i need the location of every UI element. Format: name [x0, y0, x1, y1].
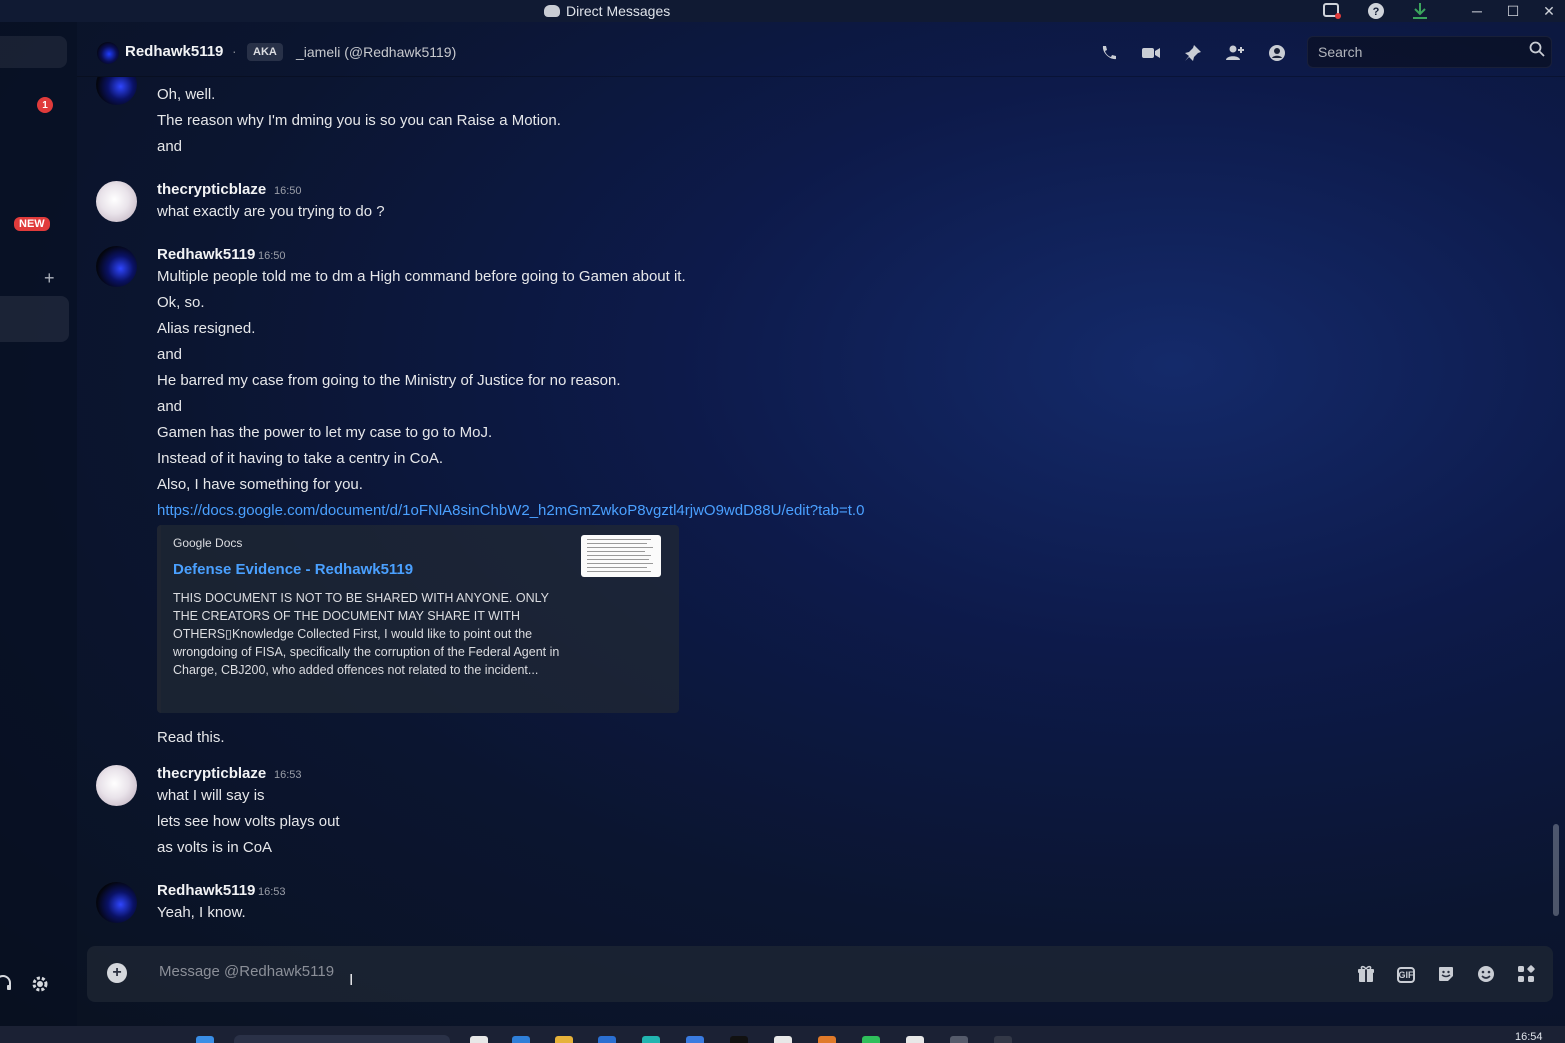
message-composer: + I GIF — [87, 946, 1553, 1002]
message-scrollbar[interactable] — [1553, 824, 1559, 916]
taskbar-clock[interactable]: 16:54 — [1515, 1031, 1543, 1043]
avatar[interactable] — [96, 77, 137, 105]
gift-icon[interactable] — [1354, 962, 1378, 986]
search-box[interactable] — [1307, 36, 1552, 68]
svg-text:?: ? — [1373, 6, 1380, 18]
avatar[interactable] — [96, 882, 137, 923]
message-author[interactable]: Redhawk5119 — [157, 246, 255, 263]
message-text: as volts is in CoA — [157, 839, 273, 856]
add-friends-icon[interactable] — [1223, 41, 1247, 65]
embed-title-link[interactable]: Defense Evidence - Redhawk5119 — [173, 561, 413, 578]
gif-icon[interactable]: GIF — [1397, 967, 1415, 983]
taskbar-search[interactable] — [234, 1035, 450, 1043]
server-sidebar: 1 NEW + — [0, 22, 77, 1026]
video-icon[interactable] — [1139, 41, 1163, 65]
taskbar-app-icon[interactable] — [512, 1036, 530, 1043]
message-text: The reason why I'm dming you is so you c… — [157, 112, 561, 129]
upload-plus-button[interactable]: + — [107, 963, 127, 983]
message-author[interactable]: thecrypticblaze — [157, 765, 266, 782]
message-text: and — [157, 398, 183, 415]
aka-badge: AKA — [247, 43, 283, 61]
message-text: Gamen has the power to let my case to go… — [157, 424, 493, 441]
message-timestamp: 16:53 — [274, 769, 302, 781]
phone-icon[interactable] — [1097, 41, 1121, 65]
message-text: Ok, so. — [157, 294, 205, 311]
message-author[interactable]: Redhawk5119 — [157, 882, 255, 899]
message-text: Oh, well. — [157, 86, 216, 103]
message-timestamp: 16:50 — [274, 185, 302, 197]
taskbar-app-icon[interactable] — [774, 1036, 792, 1043]
sidebar-item-top[interactable] — [0, 36, 67, 68]
taskbar-app-icon[interactable] — [642, 1036, 660, 1043]
download-icon[interactable] — [1408, 0, 1432, 22]
pin-icon[interactable] — [1181, 41, 1205, 65]
taskbar-app-icon[interactable] — [470, 1036, 488, 1043]
taskbar-app-icon[interactable] — [818, 1036, 836, 1043]
message-input[interactable] — [157, 962, 1061, 981]
create-dm-button[interactable]: + — [44, 268, 55, 289]
taskbar-app-icon[interactable] — [906, 1036, 924, 1043]
minimize-button[interactable]: ─ — [1462, 0, 1492, 22]
message-text: and — [157, 138, 183, 155]
close-button[interactable]: ✕ — [1534, 0, 1564, 22]
dm-header: Redhawk5119 · AKA _iameli (@Redhawk5119) — [77, 22, 1565, 77]
unread-badge: 1 — [37, 97, 53, 113]
start-icon[interactable] — [196, 1036, 214, 1043]
taskbar-app-icon[interactable] — [686, 1036, 704, 1043]
message-timestamp: 16:53 — [258, 886, 286, 898]
discord-logo-icon — [544, 5, 560, 17]
message-text: Read this. — [157, 729, 225, 746]
message-text: Multiple people told me to dm a High com… — [157, 268, 686, 285]
emoji-icon[interactable] — [1474, 962, 1498, 986]
taskbar-app-icon[interactable] — [598, 1036, 616, 1043]
text-cursor-icon: I — [349, 972, 354, 989]
aka-text: _iameli (@Redhawk5119) — [296, 44, 457, 60]
message-text: and — [157, 346, 183, 363]
document-link[interactable]: https://docs.google.com/document/d/1oFNl… — [157, 502, 864, 519]
avatar[interactable] — [96, 765, 137, 806]
folder-icon[interactable] — [555, 1036, 573, 1043]
taskbar-app-icon[interactable] — [862, 1036, 880, 1043]
taskbar-app-icon[interactable] — [994, 1036, 1012, 1043]
maximize-button[interactable]: ☐ — [1498, 0, 1528, 22]
settings-gear-icon[interactable] — [30, 974, 50, 1000]
search-icon — [1529, 41, 1545, 62]
avatar[interactable] — [96, 246, 137, 287]
apps-icon[interactable] — [1514, 962, 1538, 986]
window-title: Direct Messages — [544, 3, 670, 19]
avatar[interactable] — [97, 42, 119, 64]
search-input[interactable] — [1316, 43, 1520, 61]
taskbar-app-icon[interactable] — [950, 1036, 968, 1043]
document-thumbnail[interactable] — [581, 535, 661, 577]
taskbar-app-icon[interactable] — [730, 1036, 748, 1043]
sidebar-item-selected[interactable] — [0, 296, 69, 342]
window-title-bar: Direct Messages ? ─ ☐ ✕ — [0, 0, 1565, 22]
message-text: Also, I have something for you. — [157, 476, 363, 493]
help-icon[interactable]: ? — [1364, 0, 1388, 22]
profile-icon[interactable] — [1265, 41, 1289, 65]
message-text: He barred my case from going to the Mini… — [157, 372, 621, 389]
link-embed: Google Docs Defense Evidence - Redhawk51… — [157, 525, 679, 713]
new-badge: NEW — [14, 217, 50, 231]
message-text: lets see how volts plays out — [157, 813, 340, 830]
message-text: what I will say is — [157, 787, 265, 804]
avatar[interactable] — [96, 181, 137, 222]
recipient-name[interactable]: Redhawk5119 — [125, 43, 223, 60]
message-author[interactable]: thecrypticblaze — [157, 181, 266, 198]
embed-provider[interactable]: Google Docs — [173, 536, 242, 550]
os-taskbar: 16:54 — [0, 1026, 1565, 1043]
message-text: Yeah, I know. — [157, 904, 246, 921]
inbox-icon[interactable] — [1320, 0, 1344, 22]
message-timestamp: 16:50 — [258, 250, 286, 262]
headset-icon[interactable] — [0, 974, 12, 998]
window-title-text: Direct Messages — [566, 3, 671, 19]
message-list[interactable]: Oh, well. The reason why I'm dming you i… — [77, 77, 1547, 942]
header-separator: · — [232, 43, 237, 59]
embed-description: THIS DOCUMENT IS NOT TO BE SHARED WITH A… — [173, 591, 560, 677]
message-text: what exactly are you trying to do ? — [157, 203, 385, 220]
message-text: Instead of it having to take a centry in… — [157, 450, 443, 467]
message-text: Alias resigned. — [157, 320, 256, 337]
sticker-icon[interactable] — [1434, 962, 1458, 986]
